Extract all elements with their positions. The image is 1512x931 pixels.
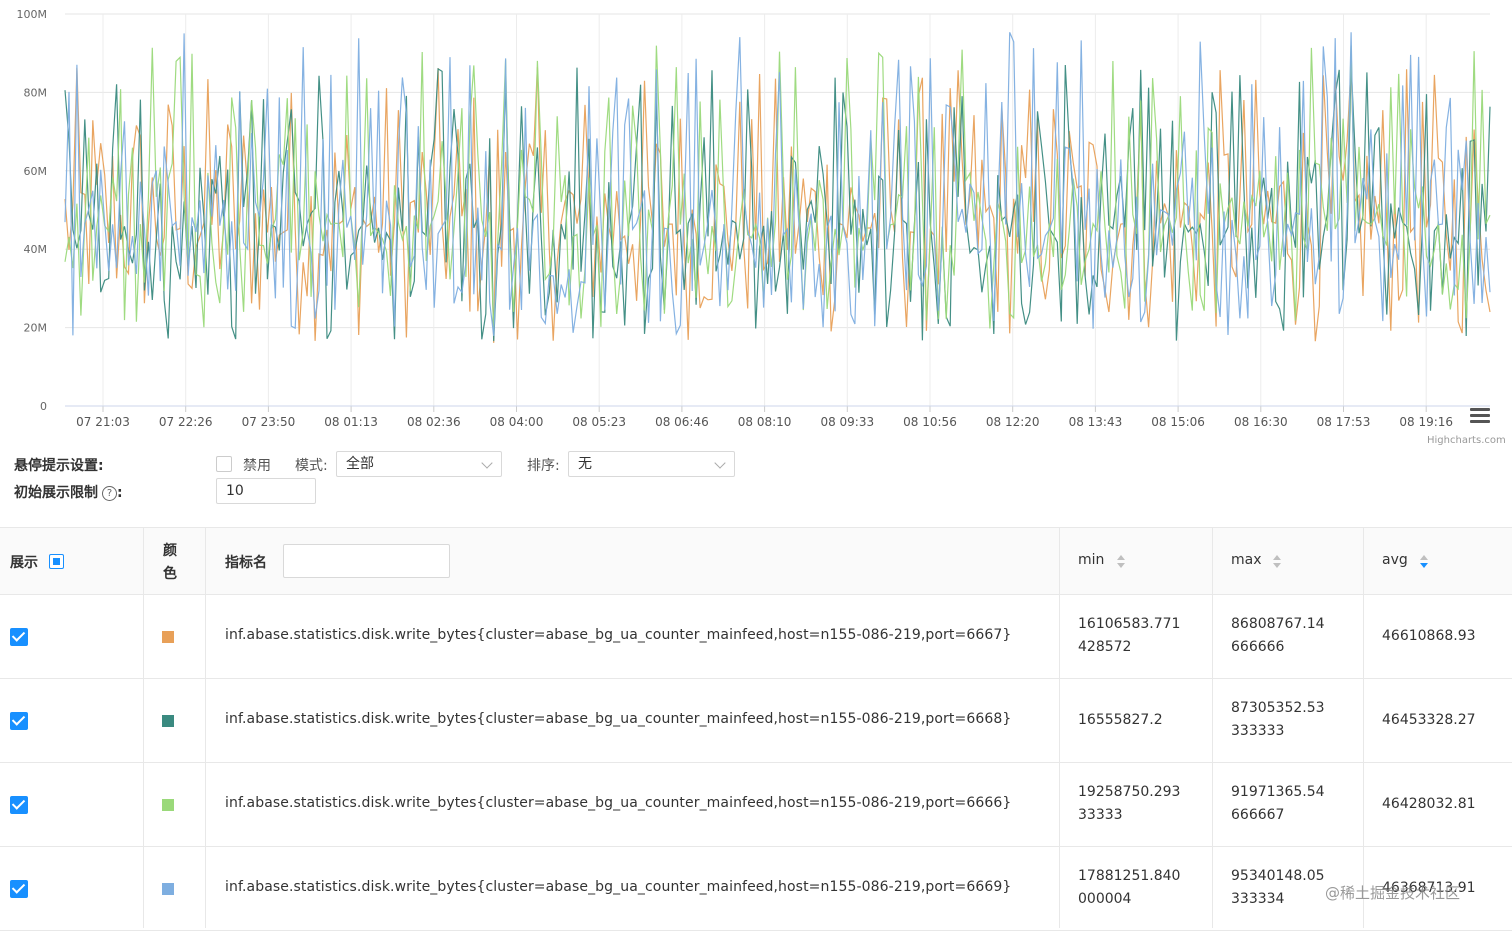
limit-input[interactable] [216,478,316,504]
sort-label: 排序: [527,458,560,474]
help-icon[interactable]: ? [102,486,117,501]
x-tick-label: 08 19:16 [1399,415,1453,429]
x-tick-label: 08 01:13 [324,415,378,429]
avg-sort-icon[interactable] [1420,555,1428,569]
x-tick-label: 08 15:06 [1151,415,1205,429]
max-value-line-2: 333333 [1231,723,1285,739]
min-value-line-1: 16555827.2 [1078,712,1163,728]
metric-name: inf.abase.statistics.disk.write_bytes{cl… [225,711,1012,727]
min-value-line-2: 33333 [1078,807,1123,823]
row-show-checkbox[interactable] [10,712,28,730]
select-all-checkbox[interactable] [49,554,64,569]
x-tick-label: 08 09:33 [820,415,874,429]
max-value-line-1: 91971365.54 [1231,784,1325,800]
y-tick-label: 20M [24,322,48,335]
chart-credits[interactable]: Highcharts.com [1427,435,1506,446]
y-tick-label: 80M [24,86,48,99]
max-value-line-2: 333334 [1231,891,1285,907]
min-value: 17881251.840 000004 [1078,865,1180,911]
mode-select[interactable]: 全部 [336,451,502,477]
series-color-swatch [162,799,174,811]
max-value: 86808767.14 666666 [1231,613,1325,659]
x-tick-label: 08 04:00 [490,415,544,429]
col-divider [205,527,206,928]
chevron-down-icon [714,457,726,469]
x-tick-label: 07 23:50 [242,415,296,429]
x-tick-label: 08 02:36 [407,415,461,429]
table-row: inf.abase.statistics.disk.write_bytes{cl… [0,679,1512,763]
min-value: 16106583.771 428572 [1078,613,1180,659]
y-tick-label: 60M [24,165,48,178]
min-value-line-1: 19258750.293 [1078,784,1181,800]
mode-label: 模式: [295,458,328,474]
min-sort-icon[interactable] [1117,555,1125,569]
min-value-line-2: 000004 [1078,891,1132,907]
limit-label: 初始展示限制 [14,485,98,501]
col-divider [1212,527,1213,928]
x-tick-label: 08 12:20 [986,415,1040,429]
x-tick-label: 08 17:53 [1317,415,1371,429]
chart-svg: 100M 80M 60M 40M 20M 0 07 21:03 07 22:26 07 23:5… [17,8,1491,429]
min-value-line-1: 16106583.771 [1078,616,1181,632]
max-value-line-1: 86808767.14 [1231,616,1325,632]
min-value-line-2: 428572 [1078,639,1132,655]
table-row: inf.abase.statistics.disk.write_bytes{cl… [0,763,1512,847]
series-color-swatch [162,631,174,643]
y-tick-label: 0 [40,400,47,413]
x-tick-label: 08 10:56 [903,415,957,429]
chevron-down-icon [481,457,493,469]
x-tick-label: 08 08:10 [738,415,792,429]
hover-settings-label: 悬停提示设置: [14,458,104,474]
sort-select[interactable]: 无 [568,451,735,477]
disable-label: 禁用 [243,458,271,474]
max-sort-icon[interactable] [1273,555,1281,569]
avg-value: 46428032.81 [1382,796,1476,812]
limit-colon: : [117,485,123,501]
sort-select-value: 无 [578,456,592,472]
min-value: 16555827.2 [1078,709,1163,732]
row-show-checkbox[interactable] [10,628,28,646]
avg-value: 46453328.27 [1382,712,1476,728]
name-filter-input[interactable] [283,544,450,578]
tooltip-settings: 悬停提示设置: 禁用 模式: 全部 排序: 无 初始展示限制?: [0,450,1512,510]
row-show-checkbox[interactable] [10,796,28,814]
max-value-line-2: 666666 [1231,639,1285,655]
series-color-swatch [162,883,174,895]
col-divider [143,527,144,928]
avg-value: 46610868.93 [1382,628,1476,644]
max-value: 87305352.53 333333 [1231,697,1325,743]
max-value-line-1: 95340148.05 [1231,868,1325,884]
x-tick-label: 07 22:26 [159,415,213,429]
metric-name: inf.abase.statistics.disk.write_bytes{cl… [225,627,1012,643]
series-color-swatch [162,715,174,727]
x-tick-label: 07 21:03 [76,415,130,429]
max-value: 91971365.54 666667 [1231,781,1325,827]
mode-select-value: 全部 [346,456,374,472]
line-chart: 100M 80M 60M 40M 20M 0 07 21:03 07 22:26 07 23:5… [0,0,1512,450]
metric-name: inf.abase.statistics.disk.write_bytes{cl… [225,795,1012,811]
table-header: 展示 颜 色 指标名 min max avg [0,527,1512,595]
col-divider [1059,527,1060,928]
x-tick-label: 08 16:30 [1234,415,1288,429]
min-value: 19258750.293 33333 [1078,781,1180,827]
min-value-line-1: 17881251.840 [1078,868,1181,884]
footer-watermark: @稀土掘金技术社区 [1325,884,1461,902]
max-value-line-2: 666667 [1231,807,1285,823]
max-value: 95340148.05 333334 [1231,865,1325,911]
metrics-table: 展示 颜 色 指标名 min max avg inf.abase.statist… [0,527,1512,931]
x-tick-label: 08 06:46 [655,415,709,429]
y-tick-label: 40M [24,243,48,256]
x-tick-label: 08 05:23 [572,415,626,429]
disable-checkbox[interactable] [216,456,232,472]
x-tick-label: 08 13:43 [1069,415,1123,429]
col-divider [1363,527,1364,928]
y-tick-label: 100M [17,8,48,21]
limit-label-group: 初始展示限制?: [14,482,123,502]
chart-menu-icon[interactable] [1470,408,1490,426]
table-row: inf.abase.statistics.disk.write_bytes{cl… [0,847,1512,931]
table-row: inf.abase.statistics.disk.write_bytes{cl… [0,595,1512,679]
metric-name: inf.abase.statistics.disk.write_bytes{cl… [225,879,1012,895]
row-show-checkbox[interactable] [10,880,28,898]
max-value-line-1: 87305352.53 [1231,700,1325,716]
